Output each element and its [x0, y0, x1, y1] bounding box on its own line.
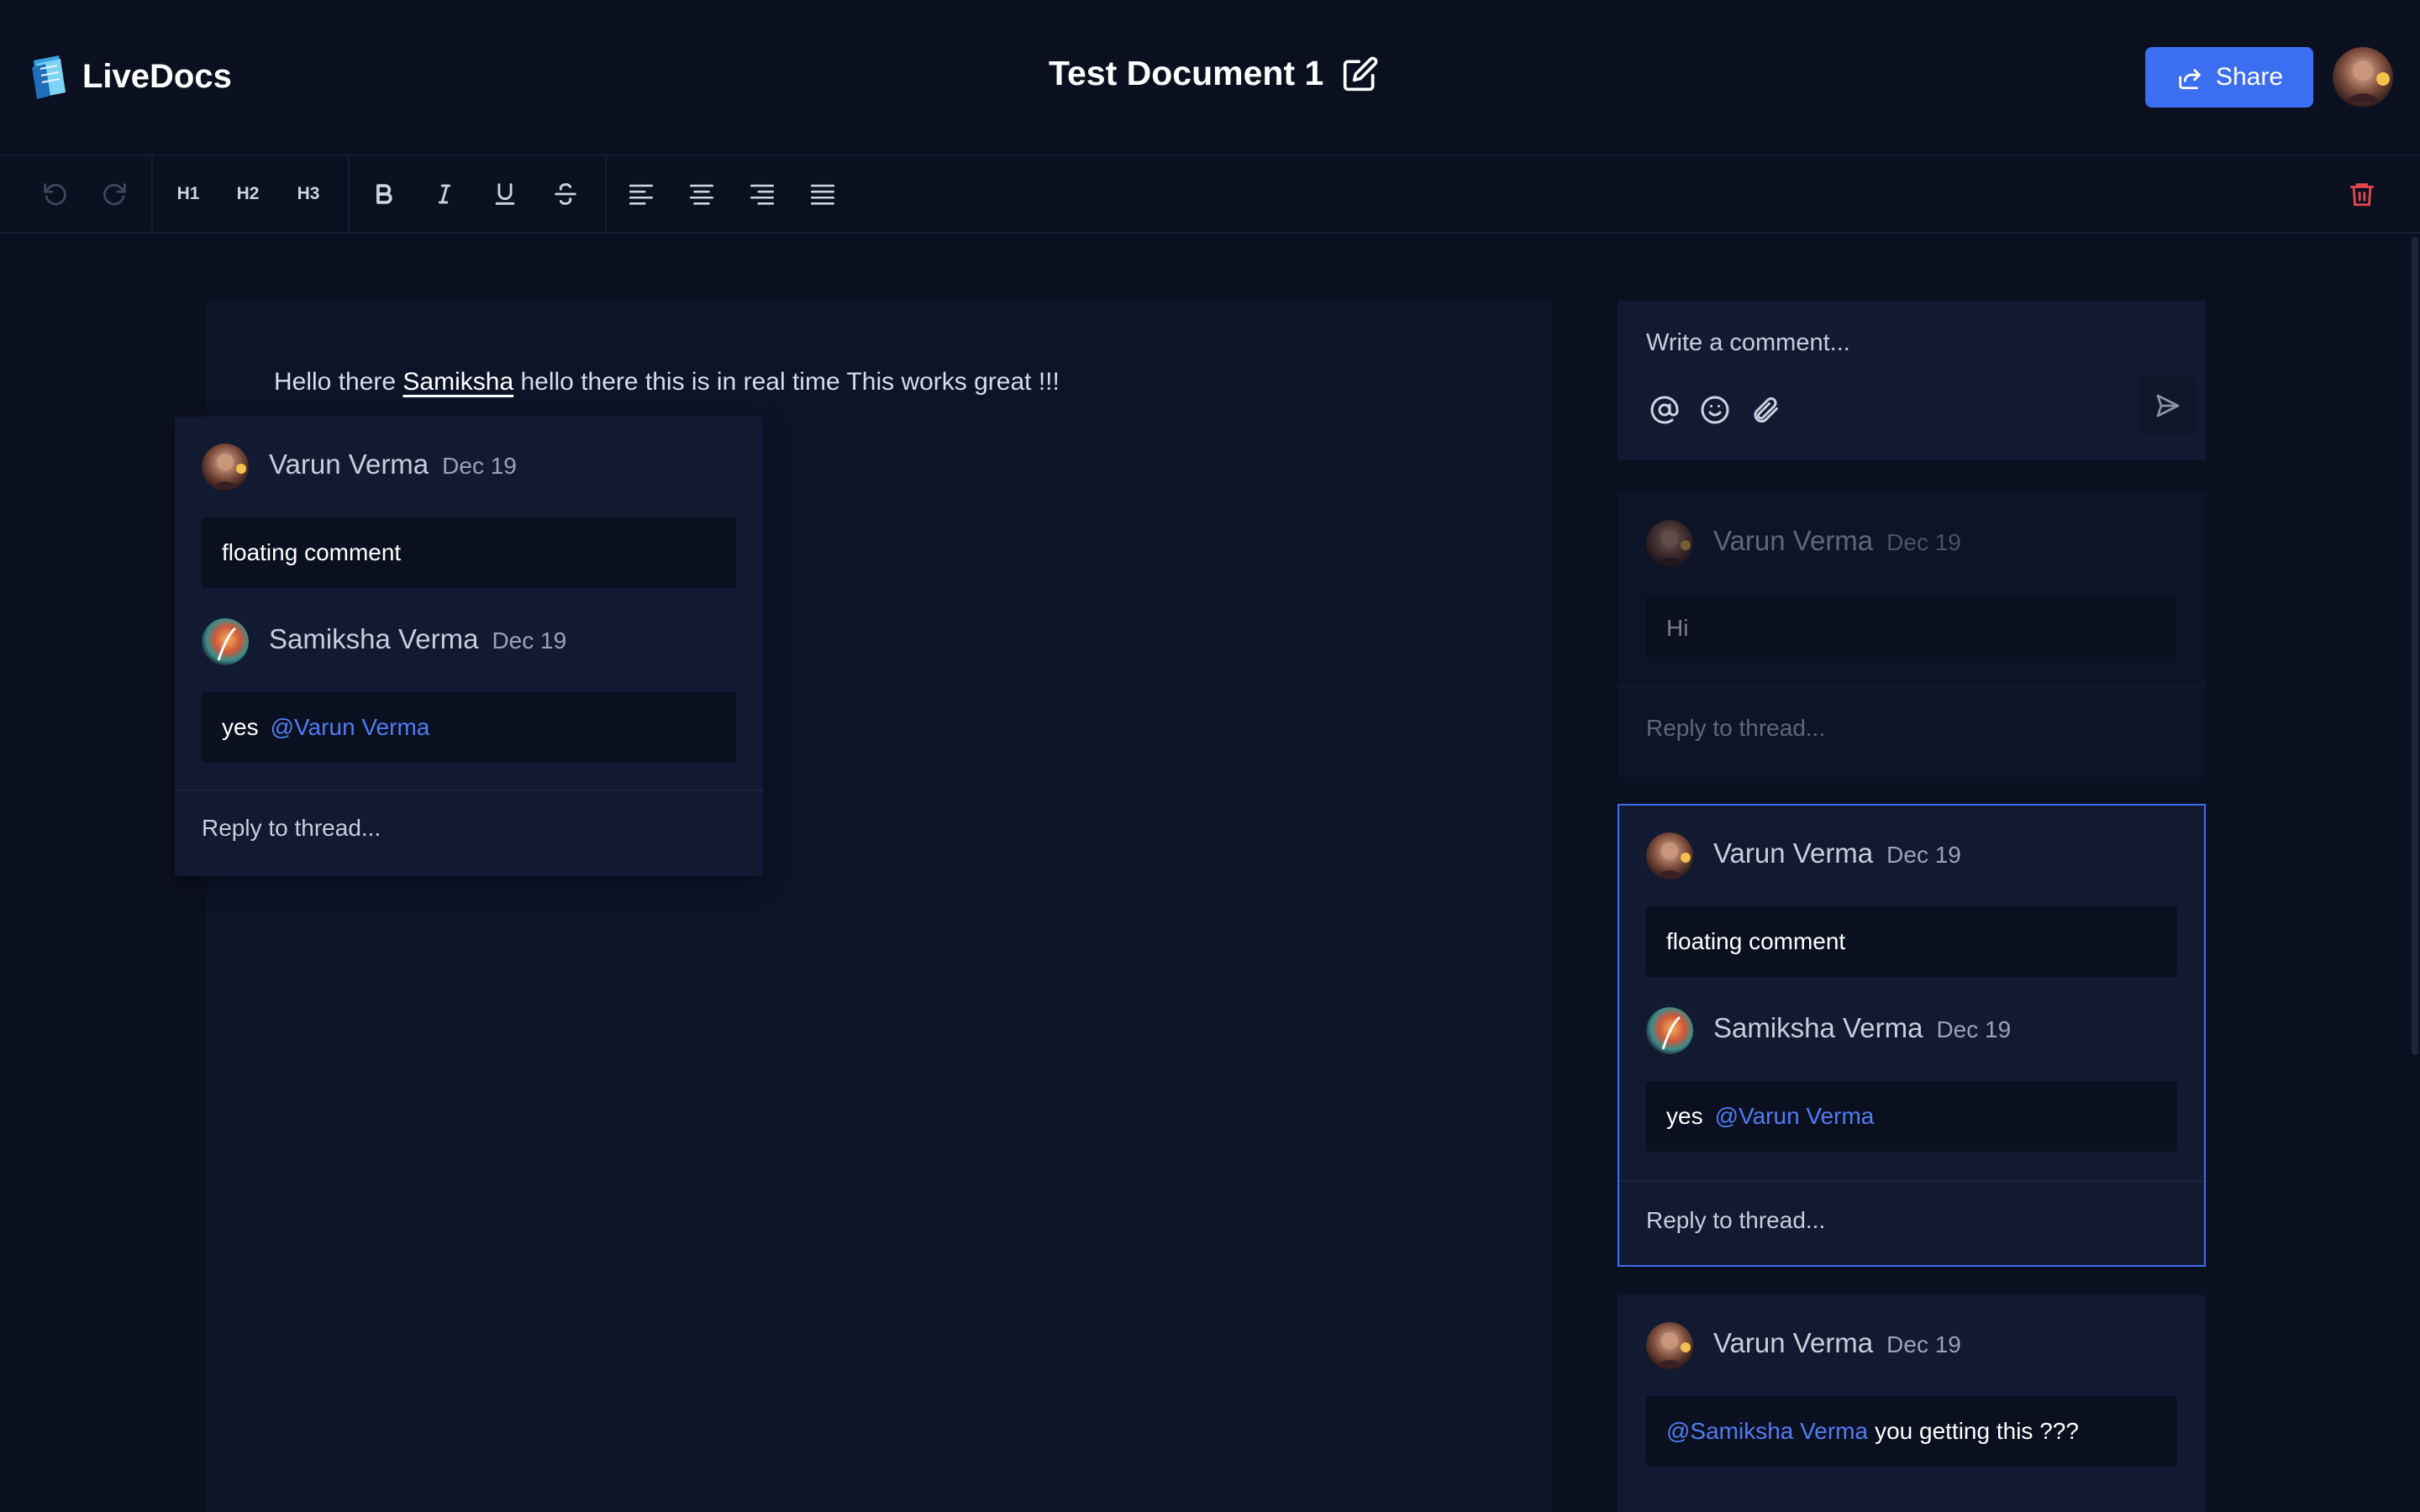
- comment-date: Dec 19: [1886, 842, 1961, 868]
- underline-icon[interactable]: [484, 173, 526, 215]
- comment-author: Varun Verma: [1713, 525, 1874, 556]
- comment-text: you getting this ???: [1875, 1418, 2079, 1444]
- share-label: Share: [2215, 63, 2284, 91]
- divider: [1619, 1180, 2204, 1182]
- comment-author: Samiksha Verma: [1713, 1012, 1923, 1043]
- comment-text: floating comment: [222, 539, 402, 565]
- floating-comment-thread: Varun Verma Dec 19 floating comment Sami…: [175, 417, 763, 876]
- edit-title-icon[interactable]: [1342, 55, 1379, 92]
- avatar: [202, 444, 249, 491]
- comment-author: Varun Verma: [1713, 1327, 1874, 1358]
- comment-header: Varun Verma Dec 19: [1713, 1327, 1961, 1359]
- toolbar-separator: [151, 156, 153, 232]
- comment-body: @Samiksha Verma you getting this ???: [1646, 1396, 2177, 1467]
- text-segment: Hello there: [274, 368, 403, 396]
- comment-author: Varun Verma: [1713, 837, 1874, 869]
- document-paragraph[interactable]: Hello there Samiksha hello there this is…: [274, 368, 1060, 396]
- comment-header: Varun Verma Dec 19: [269, 449, 517, 480]
- toolbar-separator: [348, 156, 350, 232]
- toolbar-separator: [605, 156, 607, 232]
- reply-input[interactable]: Reply to thread...: [202, 815, 381, 842]
- comment-thread[interactable]: Varun Verma Dec 19 Hi Reply to thread...: [1618, 491, 2206, 777]
- composer-tools: [1649, 395, 1781, 425]
- align-center-icon[interactable]: [681, 173, 723, 215]
- comment-thread-active[interactable]: Varun Verma Dec 19 floating comment Sami…: [1618, 804, 2206, 1267]
- avatar: [1646, 520, 1693, 567]
- comment-date: Dec 19: [442, 453, 517, 479]
- undo-icon[interactable]: [34, 173, 76, 215]
- share-button[interactable]: Share: [2145, 47, 2313, 108]
- document-title: Test Document 1: [1049, 54, 1379, 93]
- user-mention[interactable]: @Varun Verma: [271, 714, 430, 741]
- send-comment-button[interactable]: [2139, 376, 2197, 435]
- bold-icon[interactable]: [363, 173, 405, 215]
- avatar: [1646, 1322, 1693, 1369]
- comment-date: Dec 19: [1886, 1331, 1961, 1357]
- mention-icon[interactable]: [1649, 395, 1680, 425]
- app-logo[interactable]: LiveDocs: [29, 52, 232, 101]
- avatar: [1646, 1007, 1693, 1054]
- reply-input[interactable]: Reply to thread...: [1646, 1207, 1825, 1234]
- avatar: [202, 618, 249, 665]
- app-name: LiveDocs: [82, 57, 232, 95]
- comment-author: Varun Verma: [269, 449, 429, 480]
- comment-body: floating comment: [1646, 906, 2177, 977]
- document-title-text[interactable]: Test Document 1: [1049, 54, 1323, 93]
- divider: [175, 790, 763, 791]
- align-justify-icon[interactable]: [802, 173, 844, 215]
- user-mention[interactable]: @Samiksha Verma: [1666, 1418, 1868, 1445]
- avatar: [1646, 832, 1693, 879]
- comment-text: Hi: [1666, 615, 1689, 641]
- comment-body: floating comment: [202, 517, 736, 588]
- user-avatar[interactable]: [2333, 47, 2393, 108]
- comment-composer: Write a comment...: [1618, 301, 2206, 460]
- strikethrough-icon[interactable]: [544, 173, 587, 215]
- comment-text: yes: [1666, 1103, 1703, 1129]
- divider: [1618, 686, 2206, 688]
- reply-input[interactable]: Reply to thread...: [1646, 715, 1825, 742]
- comment-author: Samiksha Verma: [269, 623, 479, 654]
- document-logo-icon: [32, 55, 66, 99]
- comment-date: Dec 19: [1936, 1016, 2012, 1042]
- scrollbar-thumb[interactable]: [2412, 237, 2418, 1055]
- send-icon: [2156, 394, 2180, 417]
- comment-body: yes @Varun Verma: [202, 692, 736, 763]
- redo-icon[interactable]: [94, 173, 136, 215]
- comment-header: Samiksha Verma Dec 19: [1713, 1012, 2011, 1044]
- comment-header: Varun Verma Dec 19: [1713, 525, 1961, 557]
- comment-header: Samiksha Verma Dec 19: [269, 623, 566, 655]
- comment-input[interactable]: Write a comment...: [1646, 329, 1850, 357]
- app-header: LiveDocs Test Document 1 Share: [0, 0, 2420, 156]
- delete-document-icon[interactable]: [2341, 173, 2383, 215]
- italic-icon[interactable]: [424, 173, 466, 215]
- commented-text[interactable]: Samiksha: [402, 368, 513, 396]
- align-right-icon[interactable]: [741, 173, 783, 215]
- heading3-button[interactable]: H3: [287, 173, 329, 215]
- comment-text: yes: [222, 714, 259, 740]
- comment-body: yes @Varun Verma: [1646, 1081, 2177, 1152]
- emoji-icon[interactable]: [1700, 395, 1730, 425]
- comment-header: Varun Verma Dec 19: [1713, 837, 1961, 869]
- text-segment: hello there this is in real time This wo…: [513, 368, 1060, 396]
- comment-text: floating comment: [1666, 928, 1846, 954]
- formatting-toolbar: H1 H2 H3: [0, 156, 2420, 234]
- comment-date: Dec 19: [1886, 529, 1961, 555]
- comment-date: Dec 19: [492, 627, 567, 654]
- user-mention[interactable]: @Varun Verma: [1715, 1103, 1875, 1130]
- attachment-icon[interactable]: [1750, 395, 1781, 425]
- heading2-button[interactable]: H2: [227, 173, 269, 215]
- comment-thread[interactable]: Varun Verma Dec 19 @Samiksha Verma you g…: [1618, 1295, 2206, 1512]
- heading1-button[interactable]: H1: [167, 173, 209, 215]
- share-icon: [2179, 69, 2201, 90]
- align-left-icon[interactable]: [620, 173, 662, 215]
- comment-body: Hi: [1646, 594, 2177, 663]
